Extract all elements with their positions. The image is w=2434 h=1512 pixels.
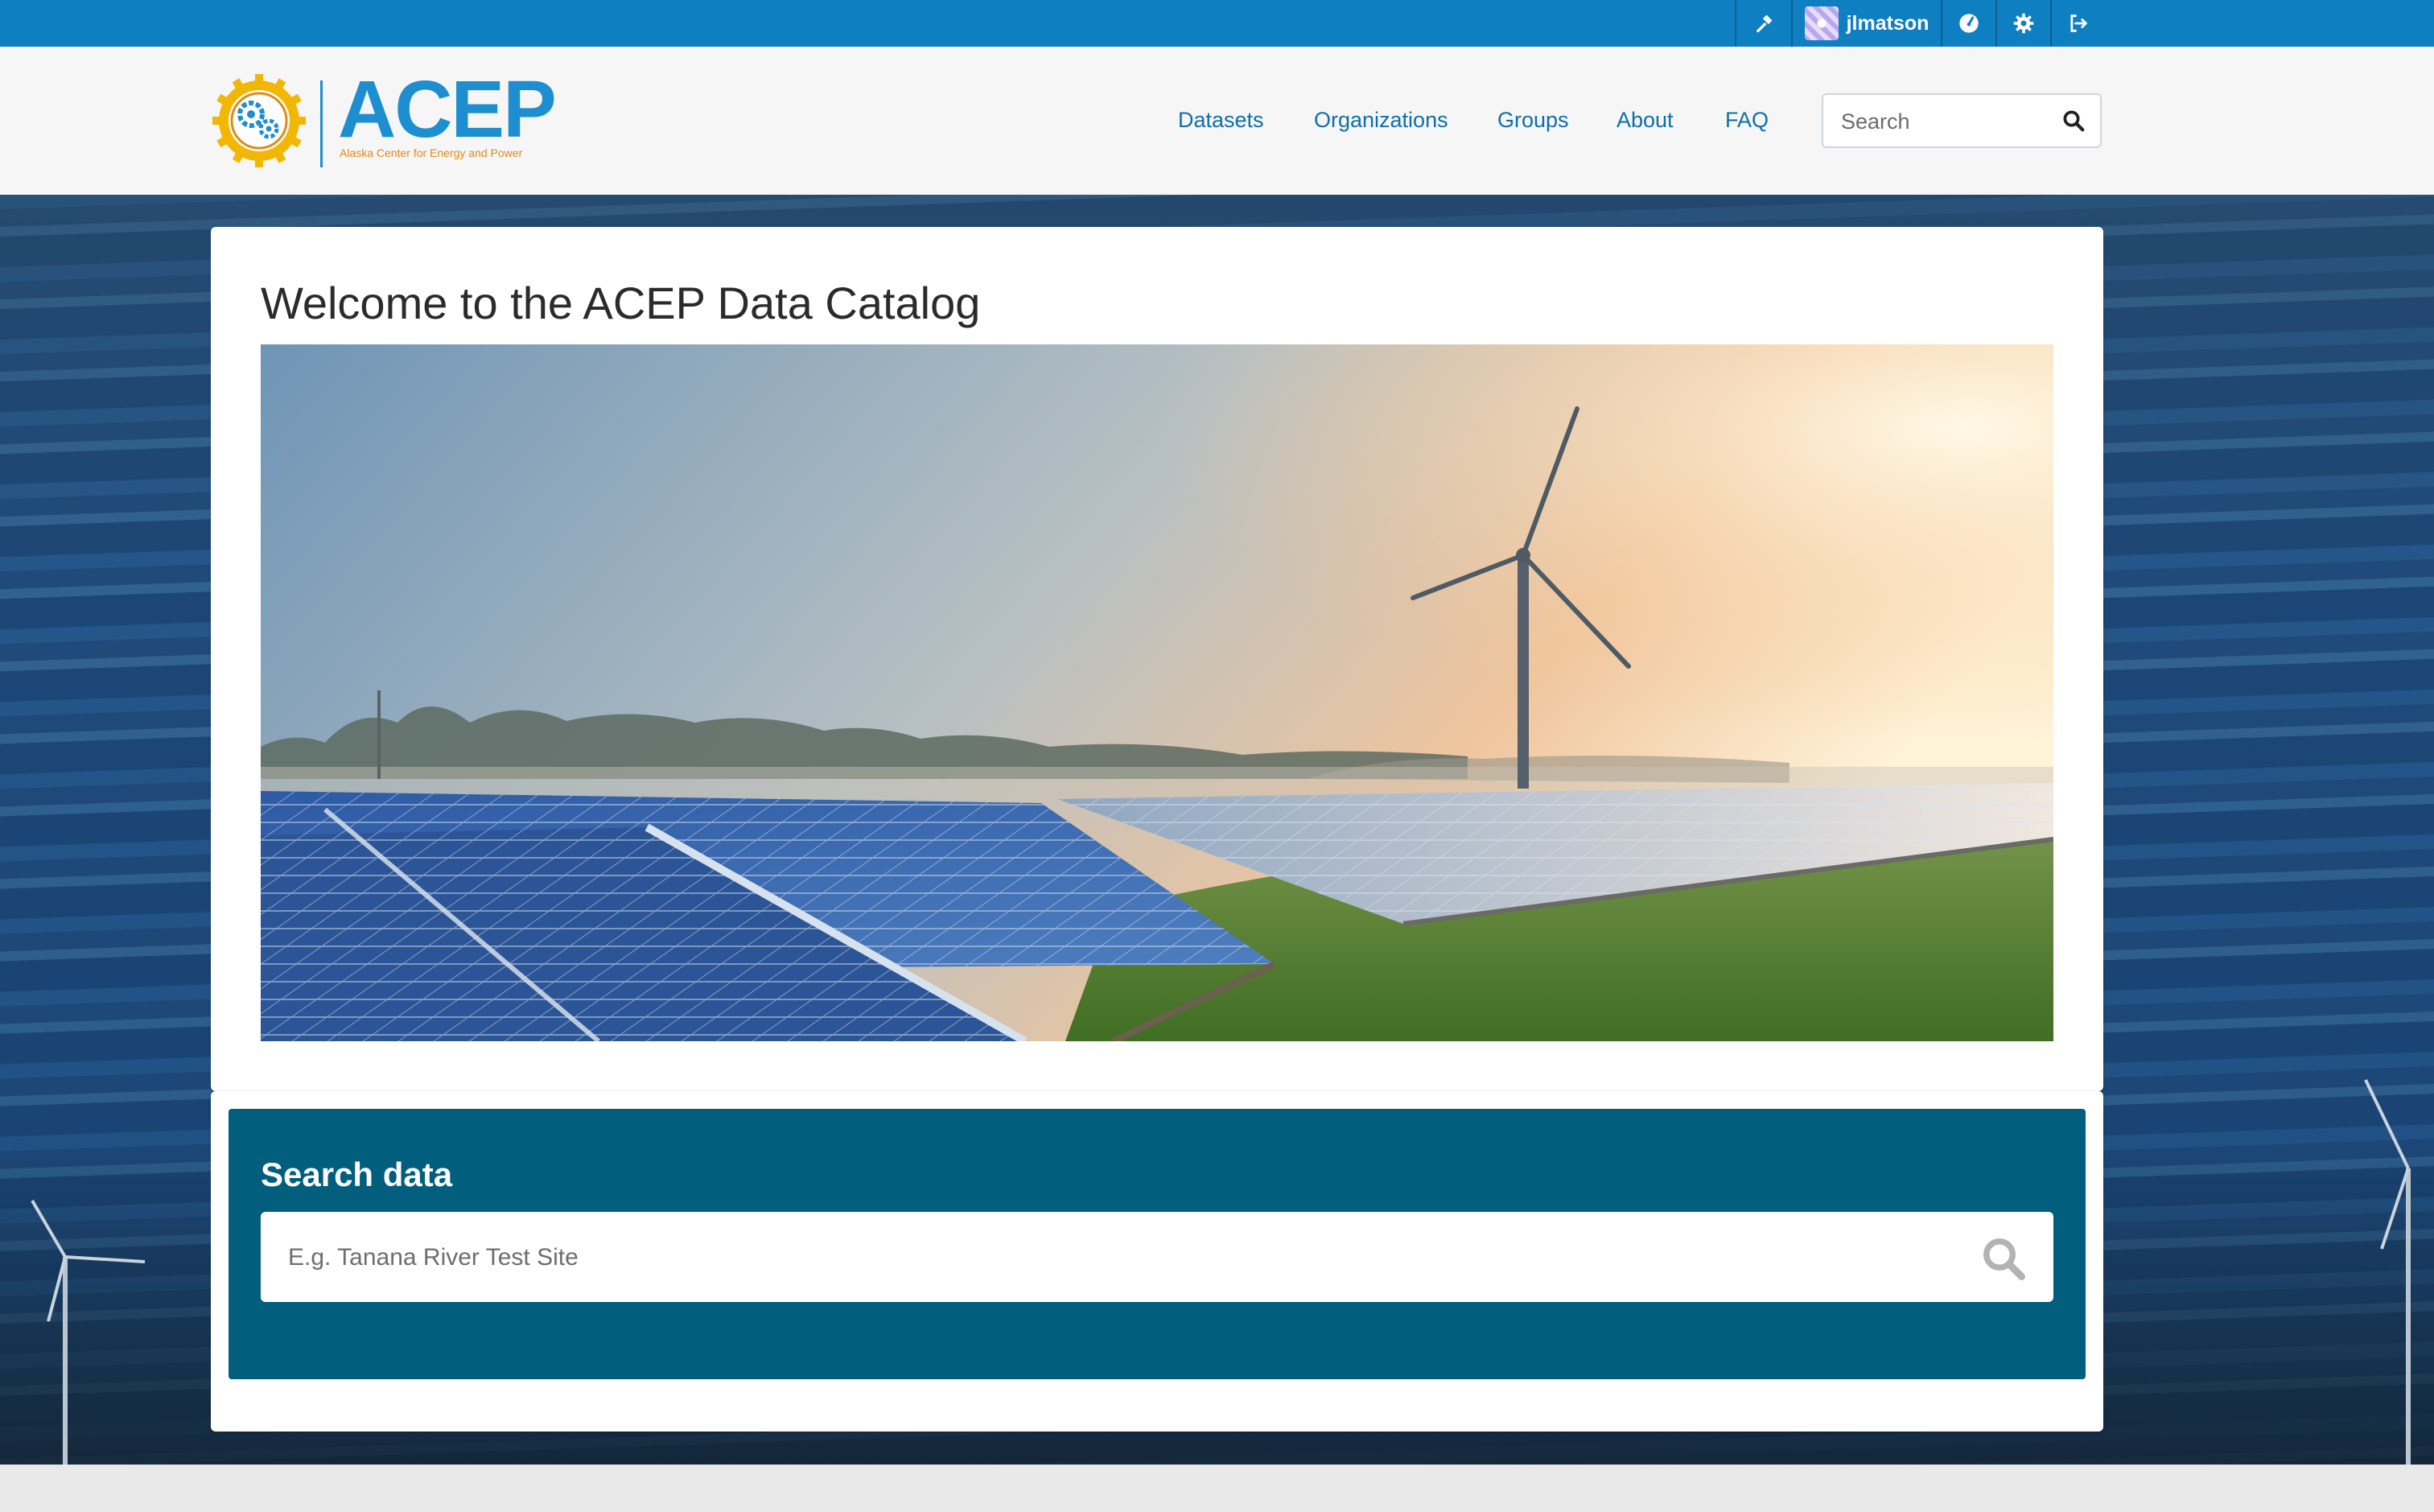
account-bar: jlmatson: [0, 0, 2434, 47]
user-profile-link[interactable]: jlmatson: [1791, 0, 1941, 47]
avatar: [1804, 6, 1839, 40]
nav-faq[interactable]: FAQ: [1725, 108, 1769, 133]
logo-tagline: Alaska Center for Energy and Power: [340, 146, 523, 159]
page-title: Welcome to the ACEP Data Catalog: [261, 278, 981, 328]
sysadmin-link[interactable]: [1735, 0, 1791, 47]
search-data-panel: Search data: [229, 1109, 2086, 1379]
dashboard-link[interactable]: [1941, 0, 1995, 47]
nav-organizations[interactable]: Organizations: [1314, 108, 1448, 133]
search-card: Search data: [211, 1091, 2103, 1432]
welcome-card: Welcome to the ACEP Data Catalog: [211, 227, 2103, 1091]
nav-about[interactable]: About: [1616, 108, 1674, 133]
dashboard-icon: [1959, 14, 1979, 33]
nav-datasets[interactable]: Datasets: [1178, 108, 1264, 133]
dataset-search-input[interactable]: [286, 1212, 1963, 1304]
logo-divider: [320, 80, 323, 167]
logo-wordmark: ACEP: [338, 64, 557, 154]
logout-icon: [2070, 14, 2088, 32]
gear-logo-icon: [212, 74, 306, 167]
solar-wind-photo: [261, 344, 2053, 1041]
search-icon[interactable]: [2061, 109, 2086, 133]
header-search-form: [1822, 93, 2102, 148]
logout-link[interactable]: [2050, 0, 2105, 47]
header-search-input[interactable]: [1839, 95, 2052, 148]
nav-groups[interactable]: Groups: [1497, 108, 1569, 133]
background-wind-turbine-right: [2364, 1079, 2411, 1466]
dataset-search-form: [261, 1212, 2053, 1304]
hammer-icon: [1756, 14, 1773, 33]
search-data-title: Search data: [261, 1156, 453, 1193]
page-footer-strip: [0, 1465, 2434, 1512]
dataset-search-button-icon[interactable]: [1979, 1234, 2028, 1283]
background-wind-turbine: [31, 1199, 146, 1474]
settings-link[interactable]: [1995, 0, 2050, 47]
hero-image: [261, 344, 2053, 1041]
gear-icon: [2013, 13, 2034, 34]
site-logo[interactable]: ACEP Alaska Center for Energy and Power: [211, 69, 557, 175]
username: jlmatson: [1846, 11, 1929, 35]
masthead: ACEP Alaska Center for Energy and Power …: [0, 47, 2434, 195]
